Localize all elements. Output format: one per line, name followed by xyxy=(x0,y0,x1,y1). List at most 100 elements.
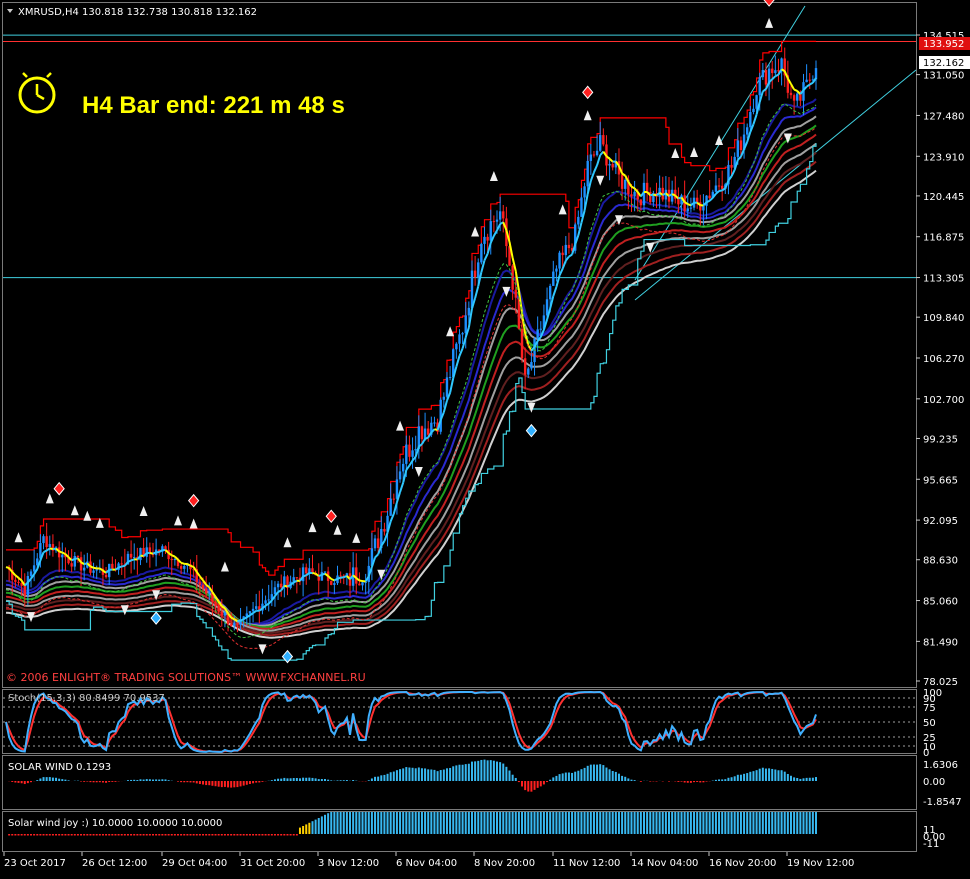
candle-body xyxy=(540,329,542,330)
candle-body xyxy=(752,109,754,112)
fractal-up-icon xyxy=(334,525,342,535)
candle-body xyxy=(277,584,279,588)
candle-body xyxy=(333,583,335,585)
fast-ma-segment xyxy=(753,115,756,125)
candle-body xyxy=(268,599,270,600)
candle-body xyxy=(599,135,601,151)
candle-body xyxy=(121,563,123,564)
candle-body xyxy=(555,269,557,272)
candle-body xyxy=(214,602,216,606)
candle-body xyxy=(580,198,582,217)
candle-body xyxy=(443,397,445,400)
candle-body xyxy=(737,140,739,157)
candle-body xyxy=(180,566,182,569)
fractal-up-icon xyxy=(584,110,592,120)
candle-body xyxy=(446,377,448,396)
candle-body xyxy=(405,445,407,464)
indicator-layer xyxy=(3,692,916,836)
candle-body xyxy=(361,582,363,585)
fast-ma-segment xyxy=(6,567,9,568)
candle-body xyxy=(421,426,423,439)
candle-body xyxy=(252,609,254,611)
candle-body xyxy=(461,333,463,334)
fast-ma-segment xyxy=(594,165,597,172)
candle-body xyxy=(755,95,757,109)
fast-ma-segment xyxy=(191,566,194,567)
candle-body xyxy=(199,582,201,585)
fast-ma-segment xyxy=(122,566,125,567)
candle-body xyxy=(530,362,532,368)
fast-ma-segment xyxy=(569,255,572,257)
candle-body xyxy=(715,186,717,192)
fast-ma-segment xyxy=(72,559,75,560)
price-tick-label: 102.700 xyxy=(923,395,964,406)
fractal-up-icon xyxy=(490,171,498,181)
fast-ma-segment xyxy=(50,548,53,549)
candle-body xyxy=(608,164,610,166)
candle-body xyxy=(305,567,307,573)
candle-body xyxy=(433,423,435,424)
price-tick-label: 116.875 xyxy=(923,233,964,244)
candle-body xyxy=(621,174,623,188)
candle-body xyxy=(558,253,560,269)
time-axis: 23 Oct 201726 Oct 12:0029 Oct 04:0031 Oc… xyxy=(4,852,854,869)
price-label-current: 132.162 xyxy=(923,58,964,69)
fractal-up-icon xyxy=(83,511,91,521)
fractal-up-icon xyxy=(559,204,567,214)
candle-body xyxy=(511,266,513,290)
signal-diamond-icon xyxy=(54,483,64,495)
price-tick-label: 81.490 xyxy=(923,637,958,648)
fractal-up-icon xyxy=(308,522,316,532)
candle-body xyxy=(762,70,764,77)
fast-ma-segment xyxy=(278,590,281,592)
price-tick-label: 120.445 xyxy=(923,192,964,203)
candle-body xyxy=(696,198,698,203)
price-tick-label: 85.060 xyxy=(923,597,958,608)
candle-body xyxy=(596,151,598,155)
fast-ma-segment xyxy=(128,560,131,561)
candle-body xyxy=(730,165,732,168)
fast-ma-segment xyxy=(284,586,287,587)
candle-body xyxy=(221,612,223,616)
candle-body xyxy=(552,272,554,286)
candle-body xyxy=(149,547,151,552)
candle-body xyxy=(586,161,588,186)
candle-body xyxy=(249,611,251,613)
solar-joy-tick-label: -11 xyxy=(923,839,939,850)
candle-body xyxy=(480,244,482,262)
candle-body xyxy=(583,186,585,197)
candle-body xyxy=(130,554,132,558)
candle-body xyxy=(577,217,579,225)
fast-ma-segment xyxy=(341,577,344,578)
candle-body xyxy=(486,237,488,241)
fast-ma-segment xyxy=(119,566,122,567)
candle-body xyxy=(602,135,604,144)
candle-body xyxy=(774,70,776,73)
candle-body xyxy=(274,587,276,594)
candle-body xyxy=(483,237,485,244)
candle-body xyxy=(324,571,326,572)
time-tick-label: 3 Nov 12:00 xyxy=(318,858,379,869)
fast-ma-segment xyxy=(484,254,487,261)
candle-body xyxy=(33,565,35,571)
candle-body xyxy=(14,580,16,582)
candle-body xyxy=(474,271,476,278)
fast-ma-segment xyxy=(331,579,334,580)
symbol-menu-icon[interactable] xyxy=(7,9,13,13)
time-tick-label: 26 Oct 12:00 xyxy=(82,858,147,869)
candle-body xyxy=(111,564,113,569)
price-tick-label: 106.270 xyxy=(923,354,964,365)
candle-body xyxy=(690,208,692,209)
price-tick-label: 109.840 xyxy=(923,313,964,324)
candle-body xyxy=(677,199,679,205)
fractal-down-icon xyxy=(527,403,535,413)
candle-body xyxy=(171,559,173,560)
indicator-axes: 100907550251001.63060.00-1.8547110.00-11 xyxy=(923,688,962,850)
candle-body xyxy=(708,196,710,198)
fractal-up-icon xyxy=(221,561,229,571)
candle-body xyxy=(70,563,72,566)
candle-body xyxy=(515,290,517,298)
candle-body xyxy=(458,334,460,343)
fast-ma-segment xyxy=(400,483,403,492)
candle-body xyxy=(521,329,523,358)
